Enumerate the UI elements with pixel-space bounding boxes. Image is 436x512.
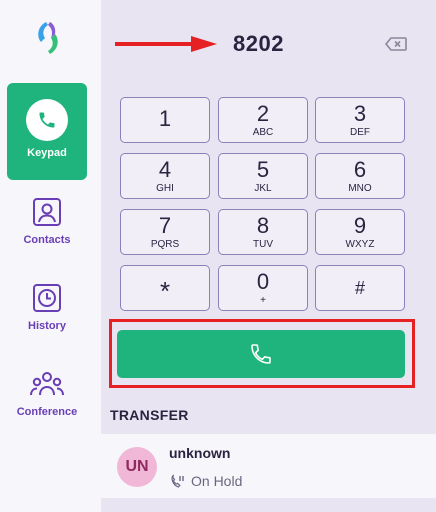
key-letters: WXYZ: [345, 238, 375, 250]
sidebar-item-conference[interactable]: Conference: [7, 368, 87, 428]
sidebar-item-label: History: [28, 320, 66, 332]
backspace-icon[interactable]: [385, 37, 407, 51]
clock-icon: [31, 282, 63, 314]
key-5[interactable]: 5 JKL: [218, 153, 308, 199]
phone-icon: [26, 99, 68, 141]
key-0[interactable]: 0 +: [218, 265, 308, 311]
key-letters: GHI: [156, 182, 174, 194]
sidebar: Keypad Contacts History Conference: [0, 0, 101, 512]
key-digit: *: [159, 276, 171, 306]
key-digit: 9: [353, 212, 367, 238]
key-4[interactable]: 4 GHI: [120, 153, 210, 199]
contacts-icon: [31, 196, 63, 228]
key-letters: DEF: [350, 126, 370, 138]
key-digit: 7: [158, 212, 172, 238]
key-hash[interactable]: #: [315, 265, 405, 311]
key-letters: JKL: [254, 182, 272, 194]
key-digit: 5: [256, 156, 270, 182]
key-1[interactable]: 1: [120, 97, 210, 143]
key-3[interactable]: 3 DEF: [315, 97, 405, 143]
dialed-number: 8202: [233, 31, 284, 56]
dialer-panel: 8202 1 2 ABC 3 DEF 4 GHI 5 JKL 6 MNO 7 P…: [101, 0, 436, 512]
key-star[interactable]: *: [120, 265, 210, 311]
hold-status: On Hold: [191, 473, 243, 489]
app-logo: [38, 22, 58, 54]
sidebar-item-label: Contacts: [23, 234, 71, 246]
key-8[interactable]: 8 TUV: [218, 209, 308, 255]
key-digit: 0: [256, 268, 270, 294]
key-digit: 1: [158, 106, 172, 131]
key-digit: 2: [256, 100, 270, 126]
call-button[interactable]: [117, 330, 405, 378]
key-letters: ABC: [252, 126, 274, 138]
key-7[interactable]: 7 PQRS: [120, 209, 210, 255]
key-digit: #: [354, 278, 365, 298]
key-letters: PQRS: [150, 238, 180, 250]
key-digit: 4: [158, 156, 172, 182]
phone-hold-icon: [171, 474, 184, 488]
key-6[interactable]: 6 MNO: [315, 153, 405, 199]
sidebar-item-contacts[interactable]: Contacts: [7, 196, 87, 256]
key-letters: TUV: [253, 238, 273, 250]
sidebar-item-history[interactable]: History: [7, 282, 87, 342]
key-letters: +: [260, 294, 266, 306]
sidebar-item-keypad[interactable]: Keypad: [7, 83, 87, 180]
conference-icon: [29, 368, 65, 400]
annotation-arrow: [115, 36, 217, 52]
sidebar-item-label: Keypad: [27, 147, 67, 159]
avatar: UN: [117, 447, 157, 487]
phone-icon: [251, 344, 271, 364]
key-2[interactable]: 2 ABC: [218, 97, 308, 143]
key-9[interactable]: 9 WXYZ: [315, 209, 405, 255]
contact-name: unknown: [169, 445, 231, 461]
key-digit: 6: [353, 156, 367, 182]
key-letters: MNO: [348, 182, 372, 194]
transfer-heading: TRANSFER: [110, 407, 189, 423]
key-digit: 8: [256, 212, 270, 238]
sidebar-item-label: Conference: [16, 406, 78, 418]
key-digit: 3: [353, 100, 367, 126]
transfer-contact-row[interactable]: UN unknown On Hold: [101, 434, 436, 498]
